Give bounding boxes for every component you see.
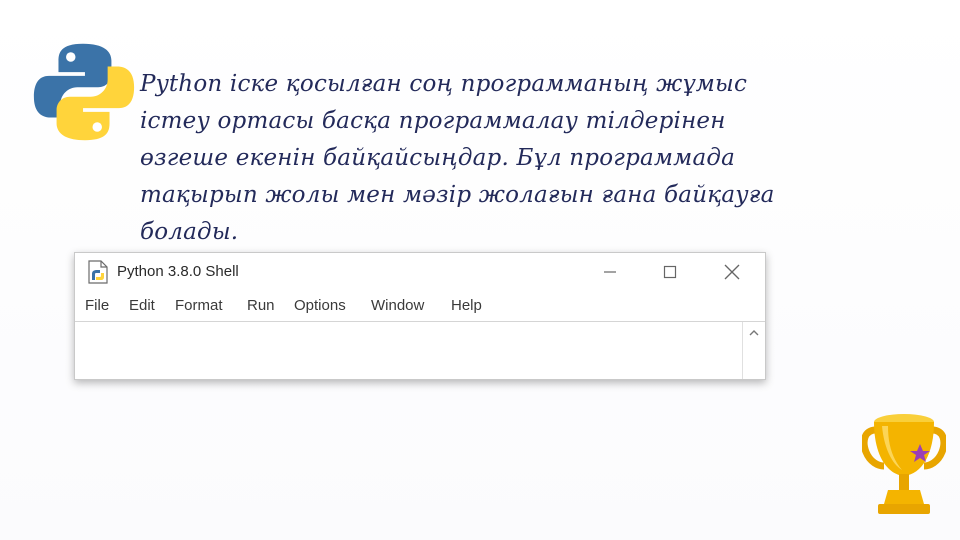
scroll-up-button[interactable] xyxy=(743,322,765,344)
vertical-scrollbar[interactable] xyxy=(742,322,765,379)
maximize-icon xyxy=(663,265,677,279)
minimize-button[interactable] xyxy=(587,253,633,291)
python-shell-window[interactable]: Python 3.8.0 Shell File Edit Format Run … xyxy=(74,252,766,380)
menu-help[interactable]: Help xyxy=(449,297,484,314)
maximize-button[interactable] xyxy=(647,253,693,291)
menu-format[interactable]: Format xyxy=(173,297,225,314)
menu-edit[interactable]: Edit xyxy=(127,297,157,314)
menu-run[interactable]: Run xyxy=(245,297,277,314)
trophy-icon xyxy=(862,414,946,514)
close-icon xyxy=(724,264,740,280)
shell-text-area[interactable] xyxy=(75,322,765,379)
title-bar[interactable]: Python 3.8.0 Shell xyxy=(75,253,765,291)
menu-file[interactable]: File xyxy=(83,297,111,314)
slide: Python іске қосылған соң программаның жұ… xyxy=(0,0,960,540)
intro-paragraph: Python іске қосылған соң программаның жұ… xyxy=(140,71,775,245)
python-file-icon xyxy=(88,260,108,284)
chevron-up-icon xyxy=(749,330,759,336)
menu-options[interactable]: Options xyxy=(292,297,348,314)
window-title: Python 3.8.0 Shell xyxy=(117,263,239,280)
minimize-icon xyxy=(604,271,616,273)
menu-bar: File Edit Format Run Options Window Help xyxy=(75,293,765,322)
close-button[interactable] xyxy=(709,253,755,291)
menu-window[interactable]: Window xyxy=(369,297,426,314)
python-logo-icon xyxy=(33,43,135,141)
